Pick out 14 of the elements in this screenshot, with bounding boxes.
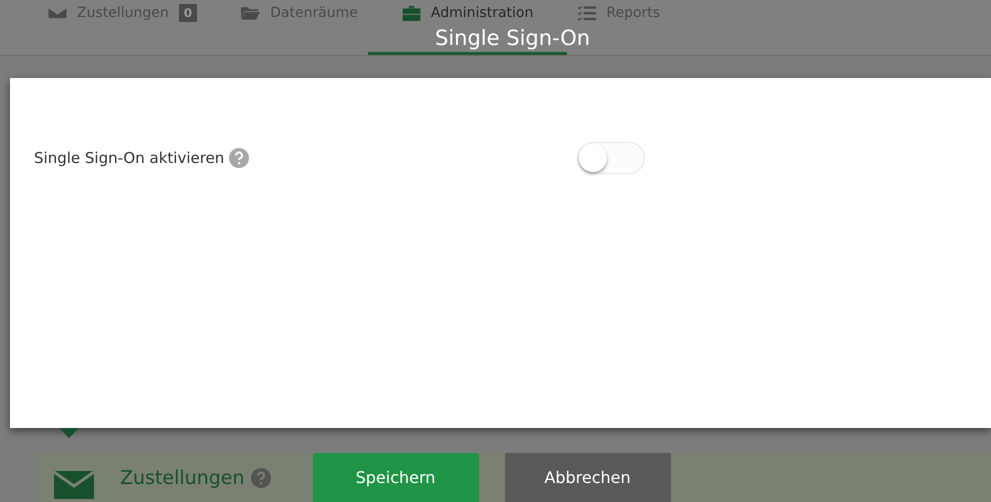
help-icon[interactable] (229, 148, 250, 168)
briefcase-icon (402, 5, 421, 21)
dialog-title: Single Sign-On (435, 26, 590, 50)
save-button[interactable]: Speichern (312, 453, 479, 502)
count-badge: 0 (178, 4, 198, 22)
checklist-icon (577, 5, 596, 21)
help-icon[interactable] (250, 468, 271, 488)
cancel-button[interactable]: Abbrechen (504, 453, 671, 502)
toggle-switch[interactable] (577, 142, 646, 174)
pointer-icon (59, 428, 79, 438)
setting-label: Single Sign-On aktivieren (34, 149, 224, 167)
nav-tab[interactable]: Administration (394, 0, 542, 26)
section-title: Zustellungen (120, 466, 245, 488)
folder-icon (241, 5, 260, 21)
